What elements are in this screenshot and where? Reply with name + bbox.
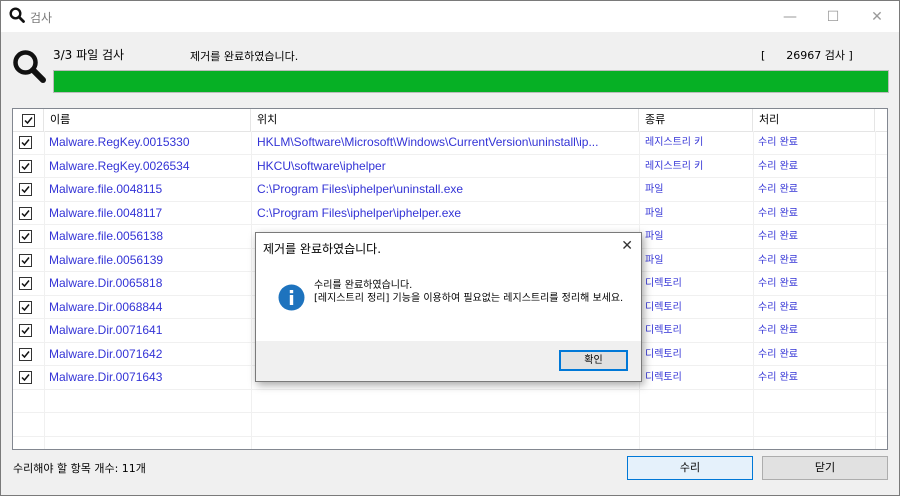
row-action: 수리 완료 (758, 231, 798, 242)
row-checkbox[interactable] (19, 136, 32, 149)
row-name: Malware.Dir.0071643 (49, 370, 163, 384)
row-type: 파일 (645, 184, 664, 195)
dialog-line-2: [레지스트리 정리] 기능을 이용하여 필요없는 레지스트리를 정리해 보세요. (314, 292, 624, 304)
row-location: HKLM\Software\Microsoft\Windows\CurrentV… (257, 135, 599, 149)
items-count: 수리해야 할 항목 개수: 11개 (13, 462, 146, 475)
row-checkbox[interactable] (19, 371, 32, 384)
close-icon: ✕ (871, 8, 883, 25)
row-type: 디렉토리 (645, 348, 682, 360)
row-name: Malware.Dir.0065818 (49, 276, 163, 290)
select-all-checkbox[interactable] (22, 114, 35, 127)
table-row[interactable]: Malware.RegKey.0015330 HKLM\Software\Micr… (13, 131, 887, 155)
search-icon (9, 7, 25, 26)
row-action: 수리 완료 (758, 207, 798, 219)
table-row[interactable]: Malware.file.0048117 C:\Program Files\iph… (13, 202, 887, 225)
row-name: Malware.Dir.0071641 (49, 323, 163, 337)
column-location[interactable]: 위치 (251, 109, 639, 131)
row-name: Malware.file.0056138 (49, 229, 164, 243)
row-checkbox[interactable] (19, 230, 32, 243)
row-type: 파일 (645, 231, 664, 242)
row-action: 수리 완료 (758, 137, 798, 148)
row-location: C:\Program Files\iphelper\uninstall.exe (257, 182, 464, 196)
list-header: 이름 위치 종류 처리 (13, 109, 887, 132)
column-action[interactable]: 처리 (753, 109, 875, 131)
scan-progress-bar (53, 70, 889, 93)
title-bar: 검사 — ☐ ✕ (1, 1, 899, 32)
repair-button[interactable]: 수리 (627, 456, 753, 480)
row-action: 수리 완료 (758, 301, 798, 313)
row-action: 수리 완료 (758, 254, 798, 266)
column-name[interactable]: 이름 (44, 109, 251, 131)
row-action: 수리 완료 (758, 372, 798, 383)
row-name: Malware.file.0048117 (49, 205, 163, 220)
close-button[interactable]: ✕ (857, 1, 897, 32)
row-checkbox[interactable] (19, 183, 32, 196)
dialog-line-1: 수리를 완료하였습니다. (314, 280, 413, 291)
row-name: Malware.file.0048115 (49, 182, 163, 196)
row-action: 수리 완료 (758, 325, 798, 336)
row-checkbox[interactable] (19, 347, 32, 361)
scan-status: 제거를 완료하였습니다. (190, 50, 299, 63)
row-name: Malware.Dir.0068844 (49, 299, 163, 314)
minimize-button[interactable]: — (770, 1, 810, 32)
row-checkbox[interactable] (19, 206, 32, 220)
maximize-icon: ☐ (826, 8, 840, 25)
row-action: 수리 완료 (758, 278, 798, 289)
row-name: Malware.Dir.0071642 (49, 346, 163, 361)
header-select-all[interactable] (13, 109, 44, 131)
empty-row (13, 390, 887, 413)
row-type: 파일 (645, 207, 664, 219)
row-name: Malware.file.0056139 (49, 252, 164, 267)
row-name: Malware.RegKey.0015330 (49, 135, 190, 149)
row-type: 레지스트리 키 (645, 137, 704, 148)
table-row[interactable]: Malware.RegKey.0026534 HKCU\software\iphe… (13, 155, 887, 178)
info-icon (278, 284, 305, 314)
dialog-message: 수리를 완료하였습니다. [레지스트리 정리] 기능을 이용하여 필요없는 레지… (314, 280, 624, 305)
row-type: 레지스트리 키 (645, 160, 704, 172)
scan-search-icon (11, 48, 47, 87)
dialog-close-icon[interactable]: ✕ (621, 238, 633, 254)
dialog-ok-button[interactable]: 확인 (559, 350, 628, 371)
column-type[interactable]: 종류 (639, 109, 753, 131)
row-type: 디렉토리 (645, 301, 682, 313)
row-type: 디렉토리 (645, 325, 682, 336)
row-checkbox[interactable] (19, 324, 32, 337)
row-checkbox[interactable] (19, 253, 32, 267)
dialog-title: 제거를 완료하였습니다. (263, 242, 382, 256)
row-action: 수리 완료 (758, 160, 798, 172)
completion-dialog: 제거를 완료하였습니다. ✕ 수리를 완료하였습니다. [레지스트리 정리] 기… (255, 232, 642, 382)
scan-step: 3/3 파일 검사 (53, 48, 125, 62)
row-type: 파일 (645, 254, 664, 266)
empty-row (13, 413, 887, 437)
row-location: HKCU\software\iphelper (257, 158, 386, 173)
row-action: 수리 완료 (758, 348, 798, 360)
window-title: 검사 (30, 11, 53, 25)
scan-window: 검사 — ☐ ✕ 3/3 파일 검사 제거를 완료하였습니다. [ 26967 … (0, 0, 900, 496)
row-type: 디렉토리 (645, 372, 682, 383)
maximize-button[interactable]: ☐ (813, 1, 853, 32)
row-checkbox[interactable] (19, 277, 32, 290)
close-dialog-button[interactable]: 닫기 (762, 456, 888, 480)
row-name: Malware.RegKey.0026534 (49, 158, 190, 173)
minimize-icon: — (783, 8, 797, 25)
table-row[interactable]: Malware.file.0048115 C:\Program Files\iph… (13, 178, 887, 202)
row-checkbox[interactable] (19, 300, 32, 314)
progress-fill (54, 71, 888, 92)
row-type: 디렉토리 (645, 278, 682, 289)
scan-count: [ 26967 검사 ] (761, 49, 853, 62)
row-checkbox[interactable] (19, 159, 32, 173)
row-action: 수리 완료 (758, 184, 798, 195)
row-location: C:\Program Files\iphelper\iphelper.exe (257, 205, 462, 220)
